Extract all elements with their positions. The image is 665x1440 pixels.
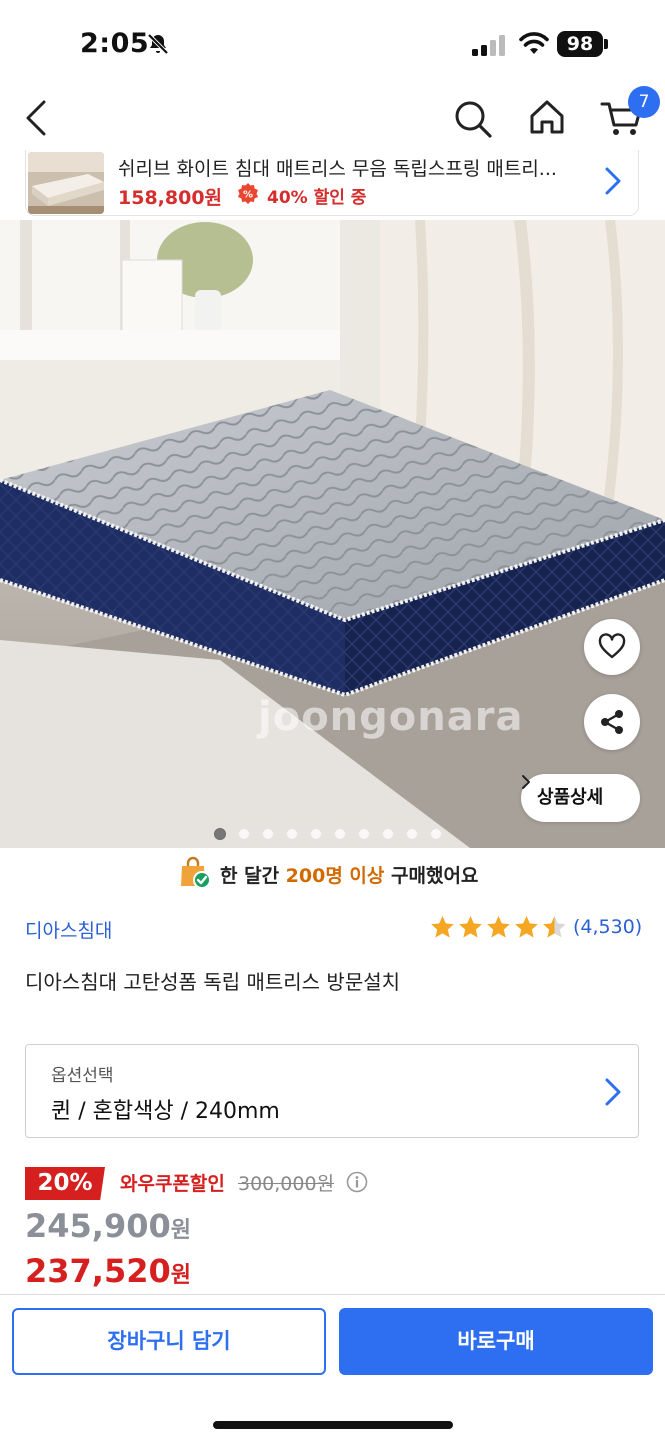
star-icon [515, 916, 538, 938]
status-time: 2:05 [80, 28, 150, 59]
share-icon [601, 710, 623, 734]
review-count-link[interactable]: (4,530) [573, 916, 642, 938]
star-icon [431, 916, 454, 938]
coupon-price-number: 237,520 [25, 1252, 171, 1290]
share-button[interactable] [584, 694, 640, 750]
coupon-price-unit: 원 [170, 1263, 191, 1288]
carousel-dot[interactable] [286, 828, 298, 840]
carousel-dot[interactable] [334, 828, 346, 840]
bell-slash-icon [147, 33, 169, 55]
chevron-right-icon [522, 775, 530, 789]
discount-badge-glyph: % [243, 190, 253, 201]
purchase-count-banner: 한 달간 200명 이상 구매했어요 [0, 856, 665, 896]
related-product-bar[interactable]: 쉬리브 화이트 침대 매트리스 무음 독립스프링 매트리... 158,800원… [25, 150, 639, 216]
carousel-dot[interactable] [430, 828, 442, 840]
carousel-dot[interactable] [214, 828, 226, 840]
carousel-dot[interactable] [238, 828, 250, 840]
brand-link[interactable]: 디아스침대 [25, 916, 112, 943]
bottom-action-bar: 장바구니 담기 바로구매 [0, 1294, 665, 1440]
info-icon[interactable] [346, 1171, 368, 1193]
carousel-dot[interactable] [262, 828, 274, 840]
carousel-indicator [214, 828, 442, 840]
carousel-dot[interactable] [406, 828, 418, 840]
purchase-count-highlight: 200명 이상 [285, 865, 385, 887]
purchase-count-suffix: 구매했어요 [384, 865, 479, 887]
carousel-dot[interactable] [358, 828, 370, 840]
discount-badge-icon: % [238, 183, 258, 204]
product-image-carousel[interactable]: 상품상세 [0, 220, 665, 848]
related-product-price: 158,800원 [118, 187, 223, 209]
buy-now-button[interactable]: 바로구매 [339, 1308, 653, 1375]
rating-stars[interactable] [429, 914, 568, 941]
image-watermark: joongonara [258, 694, 524, 740]
carousel-dot[interactable] [310, 828, 322, 840]
status-bar: 2:05 98 [0, 0, 665, 90]
home-indicator [213, 1421, 453, 1429]
sale-price-number: 245,900 [25, 1207, 171, 1245]
star-icon [459, 916, 482, 938]
related-product-title: 쉬리브 화이트 침대 매트리스 무음 독립스프링 매트리... [118, 158, 557, 180]
sale-price: 245,900원 [25, 1207, 191, 1245]
battery-tip [604, 39, 608, 49]
cart-count-badge: 7 [628, 86, 660, 118]
related-product-thumbnail [28, 152, 104, 214]
product-title: 디아스침대 고탄성폼 독립 매트리스 방문설치 [25, 970, 401, 994]
related-product-discount: 40% 할인 중 [267, 188, 367, 208]
carousel-dot[interactable] [382, 828, 394, 840]
sale-price-unit: 원 [170, 1218, 191, 1243]
purchase-count-prefix: 한 달간 [220, 865, 286, 887]
coupon-price: 237,520원 [25, 1252, 191, 1290]
add-to-cart-button[interactable]: 장바구니 담기 [12, 1308, 326, 1375]
purchase-count-text: 한 달간 200명 이상 구매했어요 [220, 861, 478, 888]
home-icon[interactable] [526, 96, 568, 138]
chevron-right-icon [605, 1078, 621, 1106]
signal-icon [472, 35, 505, 56]
coupon-discount-label: 와우쿠폰할인 [120, 1173, 225, 1195]
search-icon[interactable] [452, 98, 494, 140]
wishlist-button[interactable] [584, 619, 640, 675]
chevron-right-icon[interactable] [604, 166, 622, 196]
option-selector[interactable]: 옵션선택 퀸 / 혼합색상 / 240mm [25, 1044, 639, 1138]
mattress-photo [0, 220, 665, 848]
nav-bar [0, 90, 665, 150]
product-detail-button[interactable]: 상품상세 [521, 774, 640, 822]
battery-icon: 98 [557, 31, 603, 57]
option-label: 옵션선택 [51, 1066, 114, 1086]
back-chevron-icon[interactable] [20, 98, 54, 138]
wifi-icon [519, 32, 549, 54]
star-icon [487, 916, 510, 938]
product-detail-label: 상품상세 [537, 787, 604, 808]
heart-icon [598, 633, 626, 659]
original-price: 300,000원 [238, 1173, 335, 1195]
star-icon [543, 916, 566, 938]
shopping-bag-check-icon [181, 856, 211, 889]
discount-rate-badge: 20% [25, 1167, 105, 1200]
option-value: 퀸 / 혼합색상 / 240mm [51, 1099, 280, 1124]
